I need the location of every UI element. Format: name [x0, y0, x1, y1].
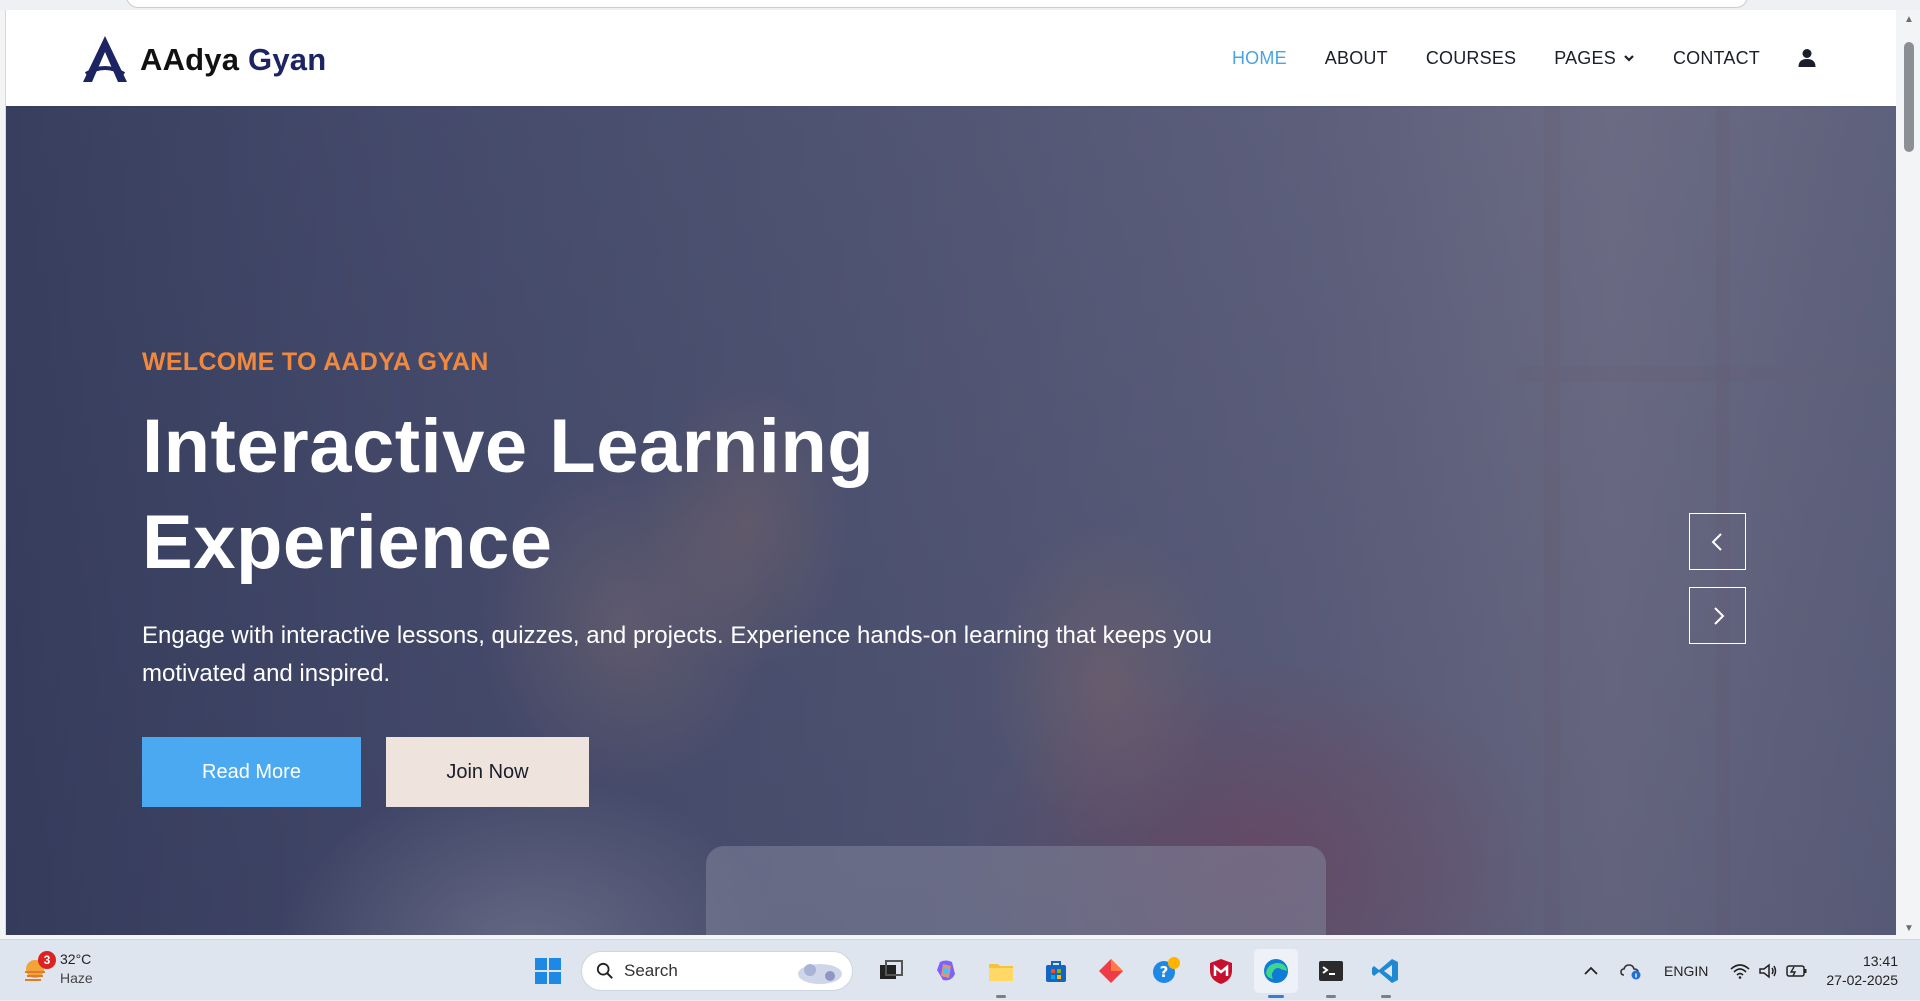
join-now-button[interactable]: Join Now	[386, 737, 589, 807]
carousel-prev-button[interactable]	[1689, 513, 1746, 570]
carousel-next-button[interactable]	[1689, 587, 1746, 644]
vscode-button[interactable]	[1364, 949, 1408, 998]
hero-description: Engage with interactive lessons, quizzes…	[142, 622, 1212, 687]
scrollbar-thumb[interactable]	[1904, 42, 1914, 152]
task-view-icon	[880, 960, 903, 979]
chevron-down-icon	[1624, 55, 1634, 62]
show-hidden-icons-button[interactable]	[1584, 966, 1598, 976]
language-indicator[interactable]: ENG IN	[1664, 962, 1708, 980]
taskbar-apps: Search ?	[526, 949, 1419, 998]
browser-window: AAdya Gyan HOME ABOUT COURSES PAGES CONT…	[0, 0, 1920, 939]
running-indicator	[1381, 995, 1391, 998]
red-diamond-app-button[interactable]	[1089, 949, 1133, 993]
search-placeholder: Search	[624, 961, 678, 980]
weather-haze-icon: 3	[22, 951, 56, 983]
running-indicator	[996, 995, 1006, 998]
clock-time: 13:41	[1862, 952, 1898, 969]
system-tray: ENG IN 13:41 27-02-2025	[1584, 940, 1920, 1001]
search-icon	[596, 962, 613, 979]
terminal-button[interactable]	[1309, 949, 1353, 998]
weather-badge: 3	[38, 951, 56, 969]
language-region: IN	[1694, 962, 1709, 979]
hero-headline: Interactive Learning Experience	[142, 399, 1242, 591]
language-code: ENG	[1664, 962, 1695, 979]
file-explorer-button[interactable]	[979, 949, 1023, 998]
store-button[interactable]	[1034, 949, 1078, 993]
running-indicator	[1326, 995, 1336, 998]
hero-buttons: Read More Join Now	[142, 737, 1242, 807]
mcafee-button[interactable]	[1199, 949, 1243, 993]
copilot-icon	[937, 960, 955, 981]
hero-carousel: WELCOME TO AADYA GYAN Interactive Learni…	[6, 106, 1896, 935]
folder-icon	[989, 964, 1013, 981]
chevron-right-icon	[1713, 606, 1724, 625]
quick-settings-button[interactable]	[1730, 962, 1808, 979]
web-page: AAdya Gyan HOME ABOUT COURSES PAGES CONT…	[5, 10, 1896, 935]
weather-condition: Haze	[60, 970, 93, 986]
onedrive-tray-button[interactable]	[1620, 962, 1642, 980]
scroll-down-icon[interactable]: ▼	[1903, 923, 1915, 935]
user-icon[interactable]	[1798, 48, 1816, 68]
peak-a-logo-icon	[83, 36, 127, 82]
windows-taskbar: 3 32°C Haze Search ? ENG IN 13:41 27-02-…	[0, 939, 1920, 1000]
hero-headline-line1: Interactive Learning	[142, 404, 875, 489]
running-indicator	[1268, 995, 1284, 998]
svg-text:?: ?	[1160, 963, 1169, 981]
weather-widget[interactable]: 3 32°C Haze	[22, 950, 93, 988]
mcafee-shield-icon	[1210, 959, 1232, 984]
copilot-button[interactable]	[924, 949, 968, 993]
scroll-up-icon[interactable]: ▲	[1903, 14, 1915, 26]
windows-start-icon	[535, 958, 561, 984]
read-more-button[interactable]: Read More	[142, 737, 361, 807]
volume-icon	[1759, 962, 1777, 979]
hero-headline-line2: Experience	[142, 500, 553, 585]
site-logo[interactable]: AAdya Gyan	[76, 32, 326, 88]
help-app-button[interactable]: ?	[1144, 949, 1188, 993]
weather-temp: 32°C	[60, 951, 92, 967]
search-highlight-icon	[798, 964, 842, 984]
weather-text: 32°C Haze	[60, 950, 93, 988]
hero-content: WELCOME TO AADYA GYAN Interactive Learni…	[142, 348, 1242, 807]
page-scrollbar[interactable]: ▲ ▼	[1898, 10, 1920, 939]
taskbar-search[interactable]: Search	[581, 951, 853, 991]
nav-about[interactable]: ABOUT	[1325, 48, 1388, 69]
nav-home[interactable]: HOME	[1232, 48, 1287, 69]
taskbar-clock[interactable]: 13:41 27-02-2025	[1826, 952, 1898, 990]
battery-icon	[1786, 964, 1807, 977]
edge-browser-button[interactable]	[1254, 949, 1298, 998]
cloud-info-icon	[1620, 963, 1641, 979]
address-bar-strip	[0, 0, 1920, 10]
diamond-app-icon	[1099, 959, 1123, 983]
clock-date: 27-02-2025	[1826, 971, 1898, 988]
task-view-button[interactable]	[869, 949, 913, 993]
nav-contact[interactable]: CONTACT	[1673, 48, 1760, 69]
nav-courses[interactable]: COURSES	[1426, 48, 1516, 69]
help-icon: ?	[1153, 957, 1180, 983]
edge-icon	[1264, 959, 1288, 983]
start-button[interactable]	[526, 949, 570, 993]
address-bar[interactable]	[126, 0, 1748, 8]
chevron-left-icon	[1711, 532, 1722, 551]
brand-part2: Gyan	[248, 42, 327, 77]
wifi-icon	[1730, 963, 1750, 979]
vscode-icon	[1372, 959, 1398, 983]
site-navbar: AAdya Gyan HOME ABOUT COURSES PAGES CONT…	[6, 10, 1896, 106]
chevron-up-icon	[1584, 966, 1598, 975]
store-icon	[1046, 961, 1066, 982]
terminal-icon	[1319, 961, 1343, 981]
nav-pages[interactable]: PAGES	[1554, 48, 1635, 69]
brand-name: AAdya Gyan	[140, 42, 326, 78]
nav-pages-label: PAGES	[1554, 47, 1616, 68]
brand-part1: AAdya	[140, 42, 240, 77]
main-nav: HOME ABOUT COURSES PAGES CONTACT	[1194, 10, 1816, 106]
hero-eyebrow: WELCOME TO AADYA GYAN	[142, 348, 489, 376]
